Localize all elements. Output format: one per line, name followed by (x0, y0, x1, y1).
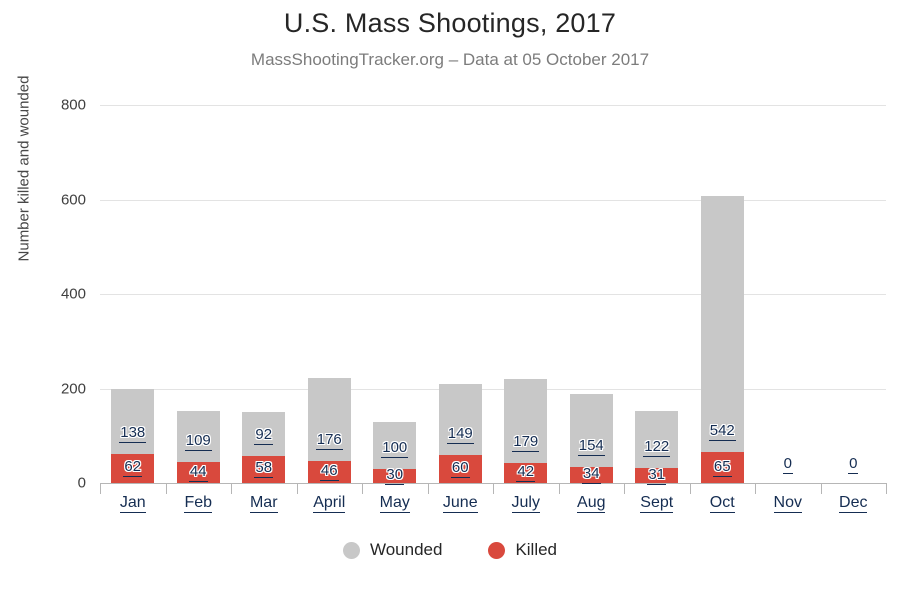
x-axis-tick (427, 483, 429, 494)
x-axis-tick (820, 483, 822, 494)
bar-column[interactable] (504, 105, 548, 483)
chart-subtitle: MassShootingTracker.org – Data at 05 Oct… (250, 50, 650, 69)
y-axis-tick-label: 400 (60, 285, 86, 303)
bar-column[interactable] (373, 105, 417, 483)
x-axis-tick (165, 483, 167, 494)
x-axis-tick (689, 483, 691, 494)
bar-column[interactable] (635, 105, 679, 483)
bar-column[interactable] (766, 105, 809, 483)
bar-segment-wounded[interactable] (700, 196, 744, 453)
x-axis-tick (100, 483, 101, 494)
bar-column[interactable] (832, 105, 875, 483)
y-axis-tick-label: 0 (77, 474, 86, 492)
y-axis-label: Number killed and wounded (15, 75, 33, 262)
x-axis-tick (231, 483, 232, 494)
legend-label: Killed (515, 540, 558, 559)
chart-legend: Wounded Killed (0, 540, 900, 560)
legend-marker-circle-icon (342, 541, 360, 559)
value-label-zero: 0 (848, 455, 859, 474)
y-axis-tick-label: 600 (60, 191, 86, 208)
chart-figure: U.S. Mass Shootings, 2017 MassShootingTr… (0, 0, 900, 600)
x-axis-tick (558, 483, 560, 494)
bar-segment-wounded[interactable] (569, 394, 613, 467)
x-axis-tick (493, 483, 494, 494)
bar-column[interactable] (569, 105, 613, 483)
x-axis-tick (296, 483, 298, 494)
x-axis-tick (362, 483, 363, 494)
bar-segment-wounded[interactable] (438, 384, 482, 455)
bar-segment-wounded[interactable] (111, 388, 155, 454)
value-label-wounded: 122 (643, 438, 671, 458)
x-axis-tick-label-dec[interactable]: Dec (808, 494, 898, 513)
y-axis-tick-label: 800 (60, 96, 86, 114)
value-label-wounded: 542 (708, 422, 736, 442)
bar-column[interactable] (307, 105, 351, 483)
x-axis-tick (755, 483, 756, 494)
y-axis-tick-label: 200 (60, 380, 86, 397)
x-axis-tick (886, 483, 887, 494)
legend-marker-circle-icon (488, 541, 506, 559)
x-axis-tick (624, 483, 625, 494)
legend-item-wounded[interactable]: Wounded (342, 540, 443, 560)
legend-item-killed[interactable]: Killed (488, 540, 557, 560)
chart-title: U.S. Mass Shootings, 2017 (283, 8, 617, 38)
bar-column[interactable] (176, 105, 220, 483)
legend-label: Wounded (369, 540, 443, 559)
